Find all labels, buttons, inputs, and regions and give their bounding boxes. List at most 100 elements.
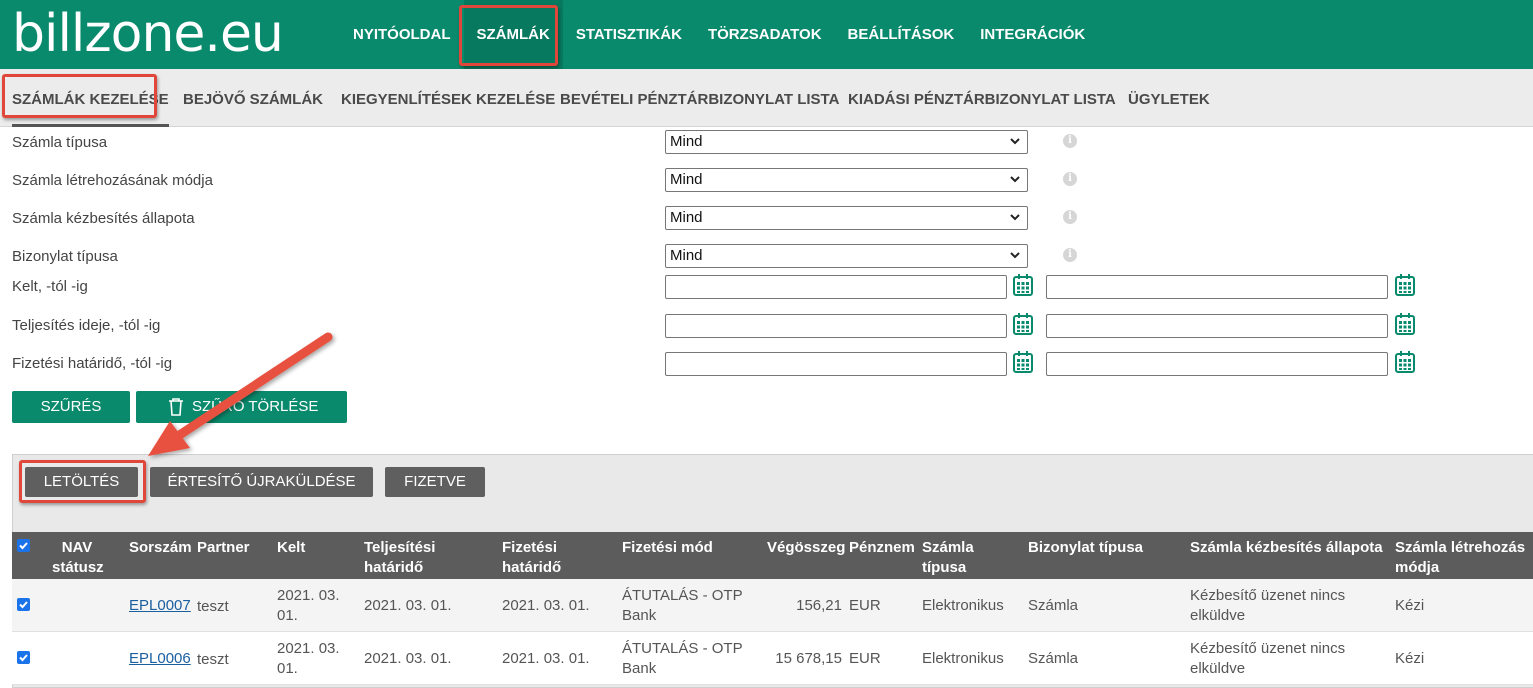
subnav-cash-receipts[interactable]: BEVÉTELI PÉNZTÁRBIZONYLAT LISTA (560, 69, 839, 127)
header-fulfillment-line1: Teljesítési (364, 539, 436, 556)
resend-notification-button-label: ÉRTESÍTŐ ÚJRAKÜLDÉSE (167, 473, 356, 490)
select-document-type-value: Mind (670, 247, 703, 264)
nav-invoices[interactable]: SZÁMLÁK (463, 0, 563, 69)
header-payment-due-line2: határidő (502, 559, 562, 576)
calendar-icon[interactable] (1013, 312, 1033, 336)
header-creation-line1: Számla létrehozás (1395, 539, 1526, 556)
select-delivery-state[interactable]: Mind (665, 206, 1028, 230)
cell-payment-method-line2: Bank (622, 660, 657, 677)
cell-total: 156,21 (796, 597, 842, 614)
filter-button[interactable]: SZŰRÉS (12, 391, 130, 423)
mark-paid-button[interactable]: FIZETVE (385, 467, 485, 497)
header-currency[interactable]: Pénznem (849, 538, 915, 558)
header-payment-due[interactable]: Fizetési határidő (502, 538, 561, 578)
cell-delivery-line2: elküldve (1190, 660, 1246, 677)
info-icon[interactable]: i (1063, 172, 1077, 186)
calendar-icon[interactable] (1395, 312, 1415, 336)
cell-issued-line2: 01. (277, 607, 298, 624)
row-checkbox[interactable] (17, 598, 30, 611)
due-date-from-input[interactable] (665, 352, 1007, 376)
select-creation-mode-value: Mind (670, 171, 703, 188)
issue-date-from-input[interactable] (665, 275, 1007, 299)
header-creation[interactable]: Számla létrehozás módja (1395, 538, 1525, 578)
label-creation-mode: Számla létrehozásának módja (12, 172, 213, 189)
logo[interactable]: billzone.eu (12, 2, 284, 66)
info-icon[interactable]: i (1063, 134, 1077, 148)
label-document-type: Bizonylat típusa (12, 248, 118, 265)
calendar-icon[interactable] (1013, 273, 1033, 297)
subnav-manage-invoices[interactable]: SZÁMLÁK KEZELÉSE (12, 69, 169, 127)
filter-button-label: SZŰRÉS (40, 398, 102, 415)
calendar-icon[interactable] (1395, 350, 1415, 374)
cell-invoice-type: Elektronikus (922, 597, 1004, 614)
cell-invoice-type: Elektronikus (922, 650, 1004, 667)
invoice-serial-link[interactable]: EPL0007 (129, 596, 191, 616)
fulfillment-date-to-input[interactable] (1046, 314, 1388, 338)
download-button[interactable]: LETÖLTÉS (25, 467, 138, 497)
header-invoice-type[interactable]: Számla típusa (922, 538, 974, 578)
top-header: billzone.eu NYITÓOLDAL SZÁMLÁK STATISZTI… (0, 0, 1533, 69)
header-issued[interactable]: Kelt (277, 538, 305, 558)
nav-master-data[interactable]: TÖRZSADATOK (695, 0, 835, 69)
mark-paid-button-label: FIZETVE (404, 473, 466, 490)
select-invoice-type-value: Mind (670, 133, 703, 150)
select-document-type[interactable]: Mind (665, 244, 1028, 268)
info-icon[interactable]: i (1063, 210, 1077, 224)
sub-nav: SZÁMLÁK KEZELÉSE BEJÖVŐ SZÁMLÁK KIEGYENL… (0, 69, 1533, 127)
select-invoice-type[interactable]: Mind (665, 130, 1028, 154)
check-icon (19, 601, 28, 609)
cell-creation: Kézi (1395, 650, 1425, 667)
header-invoice-type-line2: típusa (922, 559, 967, 576)
cell-currency: EUR (849, 597, 881, 614)
label-fulfillment-date: Teljesítés ideje, -tól -ig (12, 317, 161, 334)
table-header: NAV státusz Sorszám Partner Kelt Teljesí… (12, 532, 1533, 579)
header-partner[interactable]: Partner (197, 538, 250, 558)
chevron-down-icon (1010, 214, 1020, 221)
nav-settings[interactable]: BEÁLLÍTÁSOK (835, 0, 968, 69)
nav-home[interactable]: NYITÓOLDAL (340, 0, 464, 69)
info-icon[interactable]: i (1063, 248, 1077, 262)
clear-filter-button[interactable]: SZŰRŐ TÖRLÉSE (136, 391, 347, 423)
table-row[interactable]: EPL0006 teszt 2021. 03. 01. 2021. 03. 01… (12, 632, 1533, 685)
subnav-cash-payments[interactable]: KIADÁSI PÉNZTÁRBIZONYLAT LISTA (848, 69, 1116, 127)
header-total[interactable]: Végösszeg (767, 538, 845, 558)
clear-filter-button-label: SZŰRŐ TÖRLÉSE (192, 398, 319, 415)
header-payment-method[interactable]: Fizetési mód (622, 538, 713, 558)
select-delivery-state-value: Mind (670, 209, 703, 226)
label-issue-date: Kelt, -tól -ig (12, 278, 88, 295)
invoice-serial-link[interactable]: EPL0006 (129, 649, 191, 669)
header-doc-type[interactable]: Bizonylat típusa (1028, 538, 1143, 558)
due-date-to-input[interactable] (1046, 352, 1388, 376)
label-due-date: Fizetési határidő, -tól -ig (12, 355, 173, 372)
calendar-icon[interactable] (1395, 273, 1415, 297)
chevron-down-icon (1010, 138, 1020, 145)
nav-statistics[interactable]: STATISZTIKÁK (563, 0, 695, 69)
nav-integrations[interactable]: INTEGRÁCIÓK (967, 0, 1098, 69)
cell-delivery: Kézbesítő üzenet nincs elküldve (1190, 586, 1345, 626)
header-serial[interactable]: Sorszám (129, 538, 192, 558)
chevron-down-icon (1010, 176, 1020, 183)
subnav-settlements[interactable]: KIEGYENLÍTÉSEK KEZELÉSE (341, 69, 555, 127)
select-creation-mode[interactable]: Mind (665, 168, 1028, 192)
issue-date-to-input[interactable] (1046, 275, 1388, 299)
header-delivery[interactable]: Számla kézbesítés állapota (1190, 538, 1383, 558)
fulfillment-date-from-input[interactable] (665, 314, 1007, 338)
trash-icon (169, 398, 183, 416)
header-invoice-type-line1: Számla (922, 539, 974, 556)
cell-fulfillment: 2021. 03. 01. (364, 650, 452, 667)
cell-partner: teszt (197, 598, 229, 615)
cell-payment-method: ÁTUTALÁS - OTP Bank (622, 639, 743, 679)
select-all-checkbox[interactable] (17, 539, 30, 552)
table-row[interactable]: EPL0007 teszt 2021. 03. 01. 2021. 03. 01… (12, 579, 1533, 632)
header-fulfillment-line2: határidő (364, 559, 424, 576)
subnav-incoming-invoices[interactable]: BEJÖVŐ SZÁMLÁK (183, 69, 323, 127)
resend-notification-button[interactable]: ÉRTESÍTŐ ÚJRAKÜLDÉSE (150, 467, 373, 497)
cell-doc-type: Számla (1028, 650, 1079, 667)
header-nav-status: NAV státusz (52, 538, 104, 578)
calendar-icon[interactable] (1013, 350, 1033, 374)
row-checkbox[interactable] (17, 651, 30, 664)
cell-delivery-line2: elküldve (1190, 607, 1246, 624)
cell-payment-due: 2021. 03. 01. (502, 650, 590, 667)
header-fulfillment[interactable]: Teljesítési határidő (364, 538, 435, 578)
subnav-transactions[interactable]: ÜGYLETEK (1128, 69, 1210, 127)
